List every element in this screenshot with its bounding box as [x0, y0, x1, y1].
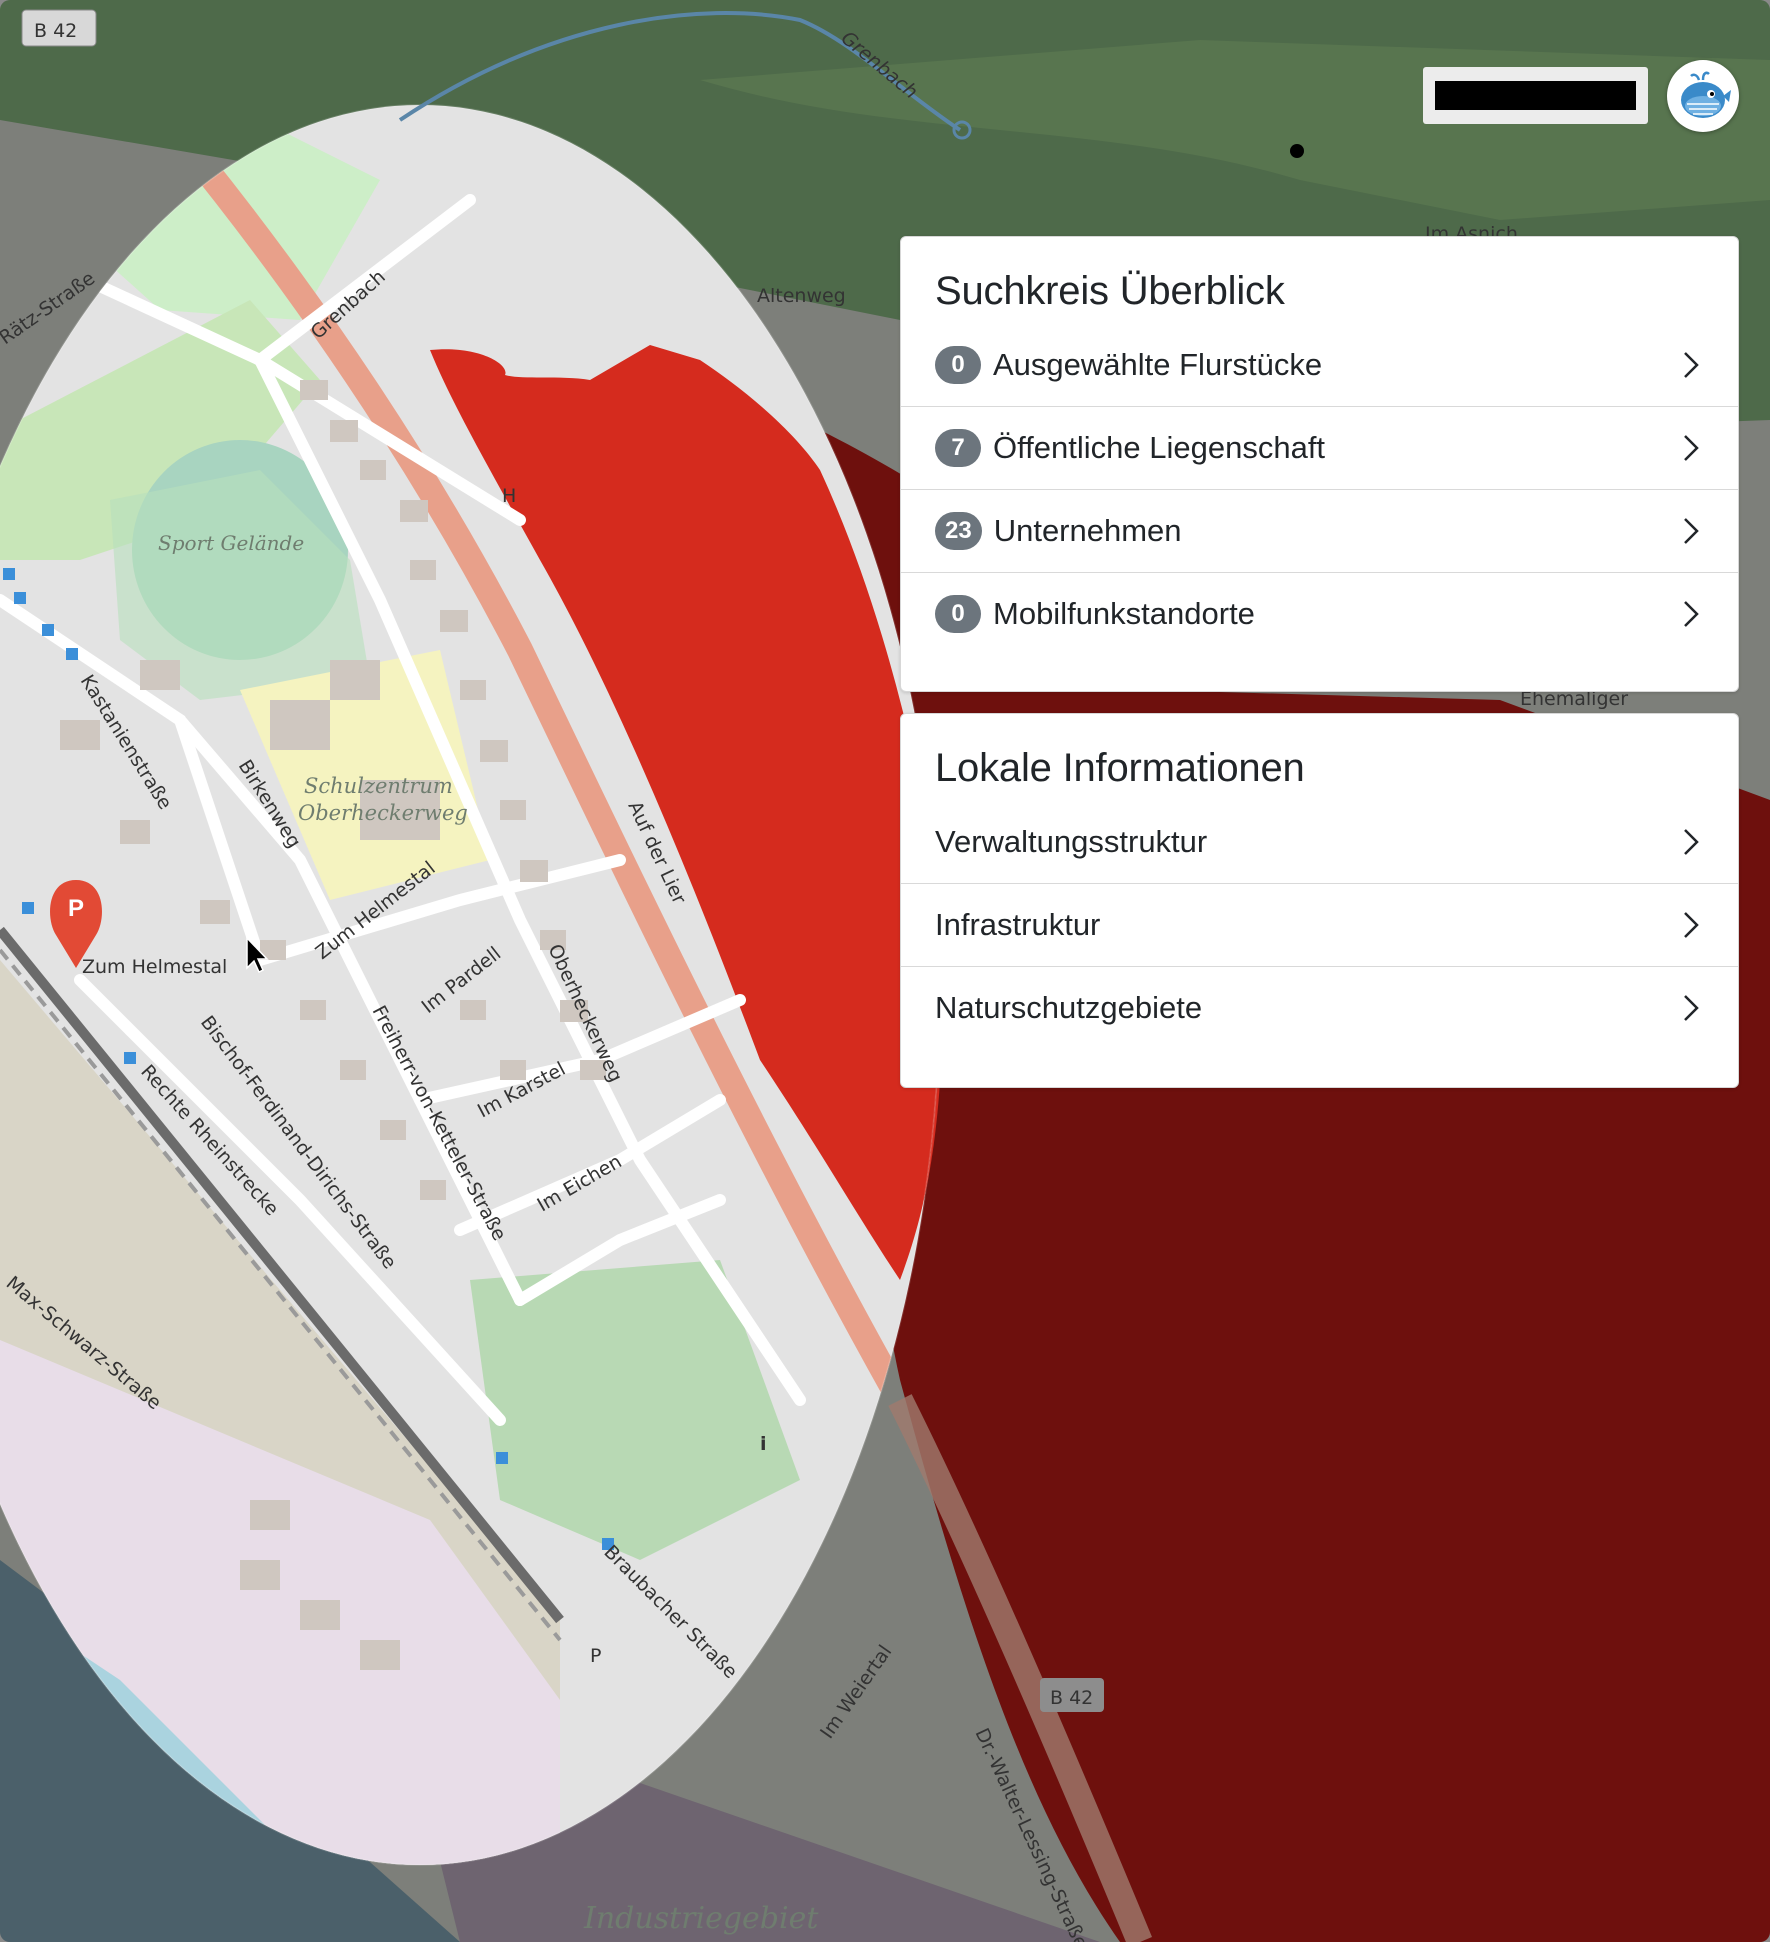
chevron-right-icon [1678, 995, 1704, 1021]
row-label: Unternehmen [993, 513, 1182, 548]
row-label: Verwaltungsstruktur [935, 824, 1208, 859]
chevron-right-icon [1678, 601, 1704, 627]
search-overview-panel: Suchkreis Überblick 0 Ausgewählte Flurst… [900, 236, 1739, 692]
label-oberheckerweg-school: Oberheckerweg [298, 801, 468, 825]
label-b42-top: B 42 [34, 20, 77, 42]
label-altenweg: Altenweg [757, 285, 846, 307]
label-schulzentrum: Schulzentrum [304, 774, 453, 798]
row-infrastructure[interactable]: Infrastruktur [901, 884, 1738, 967]
row-label: Mobilfunkstandorte [993, 596, 1255, 631]
label-h: H [502, 485, 516, 507]
local-info-panel: Lokale Informationen Verwaltungsstruktur… [900, 713, 1739, 1088]
count-badge: 0 [935, 346, 981, 384]
chevron-right-icon [1678, 352, 1704, 378]
count-badge: 7 [935, 429, 981, 467]
map-dot [1290, 144, 1304, 158]
row-label: Naturschutzgebiete [935, 990, 1203, 1025]
row-selected-parcels[interactable]: 0 Ausgewählte Flurstücke [901, 324, 1738, 407]
chevron-right-icon [1678, 829, 1704, 855]
chevron-right-icon [1678, 435, 1704, 461]
count-badge: 23 [935, 512, 982, 550]
row-companies[interactable]: 23 Unternehmen [901, 490, 1738, 573]
label-parking: P [590, 1645, 601, 1667]
row-nature-reserves[interactable]: Naturschutzgebiete [901, 967, 1738, 1049]
label-zum-helmestal-west: Zum Helmestal [82, 956, 227, 978]
row-administration[interactable]: Verwaltungsstruktur [901, 801, 1738, 884]
row-mobile-sites[interactable]: 0 Mobilfunkstandorte [901, 573, 1738, 655]
user-badge[interactable] [1423, 67, 1648, 124]
redacted-username [1435, 81, 1636, 110]
parking-marker-label: P [68, 895, 84, 922]
row-public-property[interactable]: 7 Öffentliche Liegenschaft [901, 407, 1738, 490]
chevron-right-icon [1678, 518, 1704, 544]
label-sport-gelaende: Sport Gelände [158, 531, 304, 555]
label-b42-bottom: B 42 [1050, 1687, 1093, 1709]
row-label: Ausgewählte Flurstücke [993, 347, 1323, 382]
row-label: Infrastruktur [935, 907, 1101, 942]
app-root: B 42 B 42 Grenbach Grenbach Altenweg Im … [0, 0, 1770, 1942]
whale-logo-button[interactable] [1667, 60, 1739, 132]
chevron-right-icon [1678, 912, 1704, 938]
search-overview-title: Suchkreis Überblick [935, 269, 1285, 313]
local-info-title: Lokale Informationen [935, 746, 1305, 790]
whale-logo-icon [1681, 71, 1731, 118]
info-icon: i [760, 1433, 767, 1455]
row-label: Öffentliche Liegenschaft [993, 430, 1326, 465]
count-badge: 0 [935, 595, 981, 633]
label-industriegebiet: Industriegebiet [583, 1901, 819, 1936]
